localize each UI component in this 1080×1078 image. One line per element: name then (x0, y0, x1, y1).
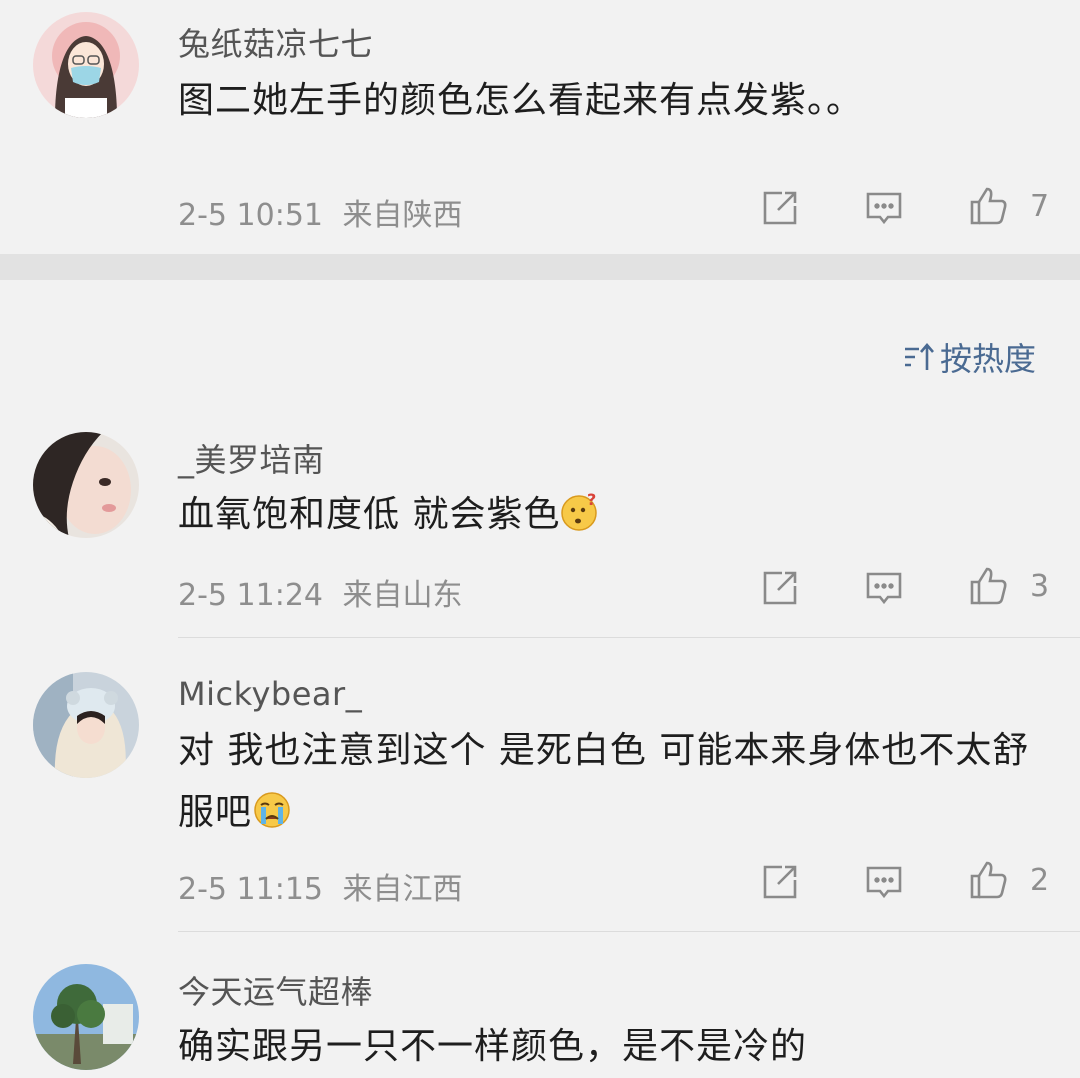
share-icon[interactable] (760, 568, 800, 608)
comment-time: 2-5 10:51 (178, 198, 323, 233)
like-icon[interactable] (968, 566, 1008, 606)
comment-time: 2-5 11:15 (178, 872, 323, 907)
confused-face-emoji: ? (560, 492, 600, 532)
crying-face-emoji (252, 790, 292, 830)
share-icon[interactable] (760, 188, 800, 228)
comment-location: 来自江西 (342, 872, 463, 907)
like-count: 3 (1030, 569, 1050, 604)
share-icon[interactable] (760, 862, 800, 902)
like-icon[interactable] (968, 186, 1008, 226)
svg-text:?: ? (587, 492, 597, 509)
reply-icon[interactable] (864, 188, 904, 228)
comment-meta: 2-5 10:51 来自陕西 (178, 190, 463, 234)
sort-label: 按热度 (940, 340, 1037, 378)
avatar[interactable] (33, 432, 139, 538)
comment-text-body: 对 我也注意到这个 是死白色 可能本来身体也不太舒服吧 (178, 730, 1030, 833)
comment-time: 2-5 11:24 (178, 578, 323, 613)
username[interactable]: 兔纸菇凉七七 (178, 19, 373, 65)
like-icon[interactable] (968, 860, 1008, 900)
username[interactable]: 今天运气超棒 (178, 967, 373, 1013)
reply-icon[interactable] (864, 568, 904, 608)
comment-meta: 2-5 11:24 来自山东 (178, 570, 463, 614)
comment-location: 来自山东 (342, 578, 463, 613)
avatar[interactable] (33, 964, 139, 1070)
comment-meta: 2-5 11:15 来自江西 (178, 864, 463, 908)
comment-text: 对 我也注意到这个 是死白色 可能本来身体也不太舒服吧 (178, 720, 1048, 844)
comment-text: 图二她左手的颜色怎么看起来有点发紫。。 (178, 80, 864, 121)
username[interactable]: _美罗培南 (178, 435, 325, 481)
section-divider (0, 254, 1080, 280)
comment-divider (178, 637, 1080, 638)
sort-icon (905, 343, 934, 370)
like-count: 2 (1030, 863, 1050, 898)
comment-text-body: 血氧饱和度低 就会紫色 (178, 494, 561, 535)
comment-text: 确实跟另一只不一样颜色，是不是冷的 (178, 1026, 808, 1067)
reply-icon[interactable] (864, 862, 904, 902)
avatar[interactable] (33, 12, 139, 118)
comment-location: 来自陕西 (342, 198, 463, 233)
avatar[interactable] (33, 672, 139, 778)
sort-by-hot-button[interactable]: 按热度 (902, 334, 1036, 380)
like-count: 7 (1030, 189, 1050, 224)
username[interactable]: Mickybear_ (178, 675, 362, 713)
comment-divider (178, 931, 1080, 932)
comment-text: 血氧饱和度低 就会紫色 ? (178, 484, 1048, 546)
